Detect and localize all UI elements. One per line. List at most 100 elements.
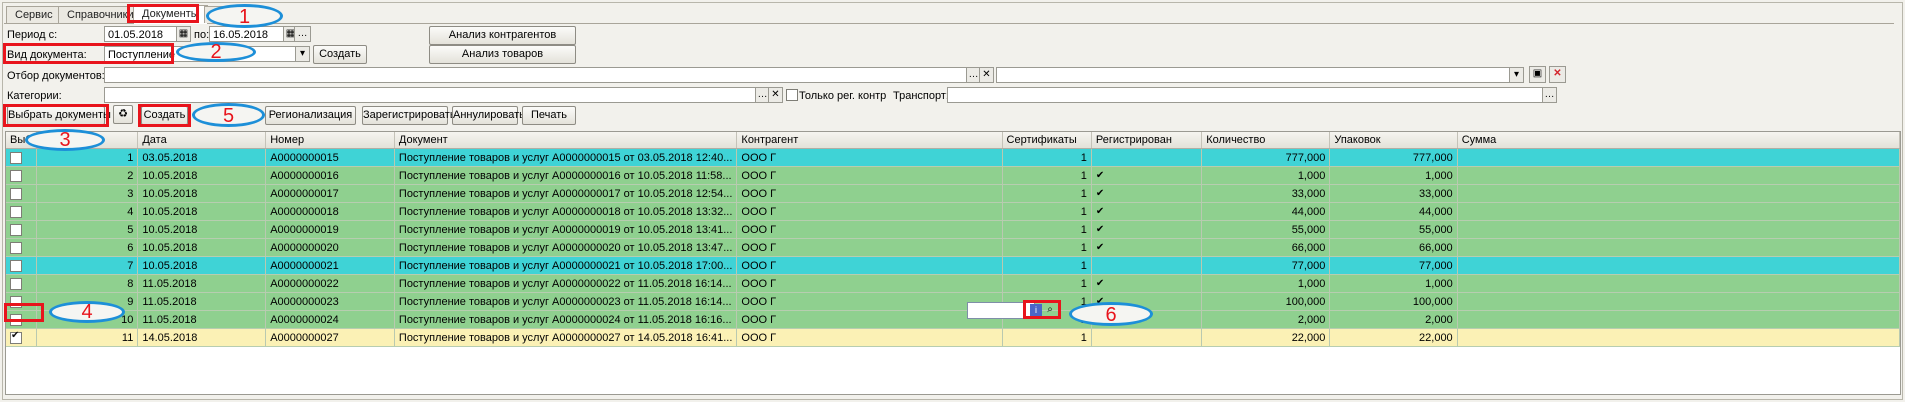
table-row[interactable]: 7 10.05.2018 А0000000021 Поступление товаро… [6, 256, 1900, 275]
analysis-goods-button[interactable]: Анализ товаров [429, 45, 576, 64]
col-select[interactable]: Выб [6, 132, 37, 149]
certificates-cell: 1 [1002, 220, 1092, 239]
row-number-cell: 9 [36, 292, 139, 311]
doc-filter-input[interactable] [104, 67, 967, 83]
chevron-down-icon[interactable]: ▾ [1509, 67, 1524, 83]
period-from-input[interactable]: 01.05.2018 [104, 26, 178, 42]
select-cell[interactable] [6, 274, 37, 293]
print-button[interactable]: Печать [522, 106, 576, 125]
table-row[interactable]: 1 03.05.2018 А0000000015 Поступление товаро… [6, 148, 1900, 167]
chevron-down-icon[interactable]: ▾ [295, 46, 310, 62]
clear-icon[interactable]: ✕ [979, 67, 994, 83]
only-reg-checkbox[interactable] [786, 89, 798, 102]
tab-service[interactable]: Сервис [6, 6, 62, 23]
row-checkbox[interactable] [10, 151, 22, 164]
select-cell[interactable] [6, 148, 37, 167]
table-row[interactable]: 8 11.05.2018 А0000000022 Поступление товаро… [6, 274, 1900, 293]
period-to-label: по: [194, 29, 210, 41]
select-cell[interactable] [6, 202, 37, 221]
categories-input[interactable] [104, 87, 756, 103]
row-checkbox[interactable] [10, 241, 22, 254]
select-cell[interactable] [6, 256, 37, 275]
col-packages[interactable]: Упаковок [1329, 132, 1458, 149]
table-row[interactable]: 9 11.05.2018 А0000000023 Поступление товаро… [6, 292, 1900, 311]
row-checkbox[interactable] [10, 259, 22, 272]
contractor-cell: ООО Г [736, 148, 1003, 167]
doc-number-cell: А0000000024 [265, 310, 395, 329]
doc-number-cell: А0000000016 [265, 166, 395, 185]
tab-directories[interactable]: Справочники [58, 6, 143, 23]
regionalization-button[interactable]: Регионализация [265, 106, 356, 125]
select-cell[interactable] [6, 184, 37, 203]
refresh-icon[interactable]: ♻ [113, 105, 133, 124]
period-select-button[interactable]: … [294, 26, 311, 42]
date-cell: 10.05.2018 [137, 256, 267, 275]
document-cell: Поступление товаров и услуг А0000000020 … [394, 238, 738, 257]
packages-cell: 1,000 [1329, 274, 1458, 293]
select-cell[interactable] [6, 292, 37, 311]
doc-type-select[interactable]: Поступление [104, 46, 297, 62]
delete-icon[interactable]: ✕ [1549, 66, 1566, 83]
row-checkbox[interactable] [10, 205, 22, 218]
row-checkbox[interactable] [10, 223, 22, 236]
select-cell[interactable] [6, 166, 37, 185]
calendar-icon[interactable]: ▦ [176, 26, 191, 42]
packages-cell: 22,000 [1329, 328, 1458, 347]
row-checkbox[interactable] [10, 169, 22, 182]
table-row[interactable]: 3 10.05.2018 А0000000017 Поступление товаро… [6, 184, 1900, 203]
row-checkbox[interactable] [10, 277, 22, 290]
col-quantity[interactable]: Количество [1201, 132, 1331, 149]
date-cell: 14.05.2018 [137, 328, 267, 347]
tab-reports[interactable]: Отчеты [204, 6, 261, 23]
document-cell: Поступление товаров и услуг А0000000021 … [394, 256, 738, 275]
transport-input[interactable] [947, 87, 1543, 103]
table-row[interactable]: 5 10.05.2018 А0000000019 Поступление товаро… [6, 220, 1900, 239]
row-checkbox[interactable] [10, 187, 22, 200]
quantity-cell: 1,000 [1201, 166, 1331, 185]
create-doc-type-button[interactable]: Создать [313, 45, 367, 64]
document-cell: Поступление товаров и услуг А0000000017 … [394, 184, 738, 203]
table-row[interactable]: 1114.05.2018А0000000027Поступление товар… [6, 328, 1900, 347]
info-icon[interactable]: i [1030, 304, 1042, 316]
categories-label: Категории: [7, 90, 62, 102]
packages-cell: 44,000 [1329, 202, 1458, 221]
col-contractor[interactable]: Контрагент [736, 132, 1003, 149]
clear-icon[interactable]: ✕ [768, 87, 783, 103]
table-row[interactable]: 10 11.05.2018 А0000000024 Поступление товар… [6, 310, 1900, 329]
col-doc-number[interactable]: Номер [265, 132, 395, 149]
date-cell: 11.05.2018 [137, 310, 267, 329]
table-row[interactable]: 4 10.05.2018 А0000000018 Поступление товаро… [6, 202, 1900, 221]
select-cell[interactable] [6, 220, 37, 239]
col-certificates[interactable]: Сертификаты [1002, 132, 1092, 149]
col-sum[interactable]: Сумма [1457, 132, 1900, 149]
select-button[interactable]: … [1542, 87, 1557, 103]
row-checkbox[interactable] [10, 295, 22, 308]
annul-button[interactable]: Аннулировать [452, 106, 525, 125]
col-document[interactable]: Документ [394, 132, 738, 149]
search-icon[interactable]: ⌕ [1044, 304, 1056, 316]
select-documents-button[interactable]: Выбрать документы [7, 106, 111, 125]
analysis-contractors-button[interactable]: Анализ контрагентов [429, 26, 576, 45]
table-row[interactable]: 2 10.05.2018 А0000000016 Поступление товаро… [6, 166, 1900, 185]
certificate-editor[interactable] [967, 302, 1035, 319]
select-cell[interactable] [6, 328, 37, 347]
select-cell[interactable] [6, 238, 37, 257]
saved-filter-select[interactable] [996, 67, 1510, 83]
select-cell[interactable] [6, 310, 37, 329]
certificates-cell: 1 [1002, 148, 1092, 167]
table-row[interactable]: 6 10.05.2018 А0000000020 Поступление товаро… [6, 238, 1900, 257]
quantity-cell: 2,000 [1201, 310, 1331, 329]
col-registered[interactable]: Регистрирован [1091, 132, 1203, 149]
row-checkbox[interactable] [10, 313, 22, 326]
row-checkbox[interactable] [10, 330, 22, 344]
registered-cell: ✔ [1091, 310, 1203, 329]
quantity-cell: 22,000 [1201, 328, 1331, 347]
register-button[interactable]: Зарегистрировать [362, 106, 456, 125]
col-number[interactable] [36, 132, 139, 149]
save-icon[interactable]: ▣ [1529, 66, 1546, 83]
col-date[interactable]: Дата [137, 132, 267, 149]
create-button[interactable]: Создать [141, 106, 188, 125]
tab-documents[interactable]: Документы [133, 5, 208, 24]
period-to-input[interactable]: 16.05.2018 [209, 26, 285, 42]
doc-number-cell: А0000000022 [265, 274, 395, 293]
